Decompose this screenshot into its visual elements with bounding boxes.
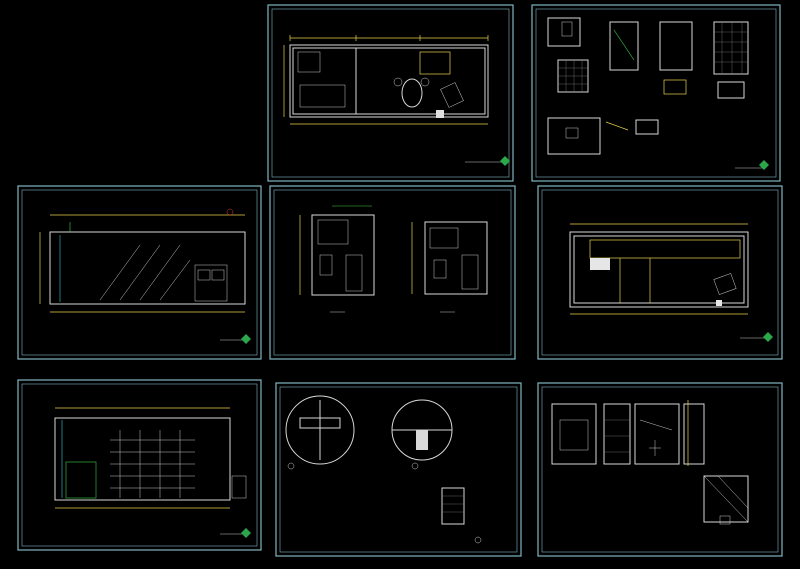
cad-drawing-canvas <box>0 0 800 565</box>
sheet-details-bottom-right <box>537 382 783 557</box>
sheet-details-top-right <box>531 4 781 182</box>
title-block-diamond-icon <box>241 528 251 538</box>
sheet-elevation-left <box>17 185 262 360</box>
cad-sheets <box>17 4 783 557</box>
title-block-diamond-icon <box>500 156 510 166</box>
title-block-diamond-icon <box>241 334 251 344</box>
title-block-diamond-icon <box>759 160 769 170</box>
sheet-elevation-bottom-left <box>17 379 262 551</box>
sheet-plan-right <box>537 185 783 360</box>
sheet-section-mid <box>269 185 516 360</box>
sheet-node-details <box>275 382 522 557</box>
sheet-plan-top <box>267 4 514 182</box>
title-block-diamond-icon <box>763 332 773 342</box>
